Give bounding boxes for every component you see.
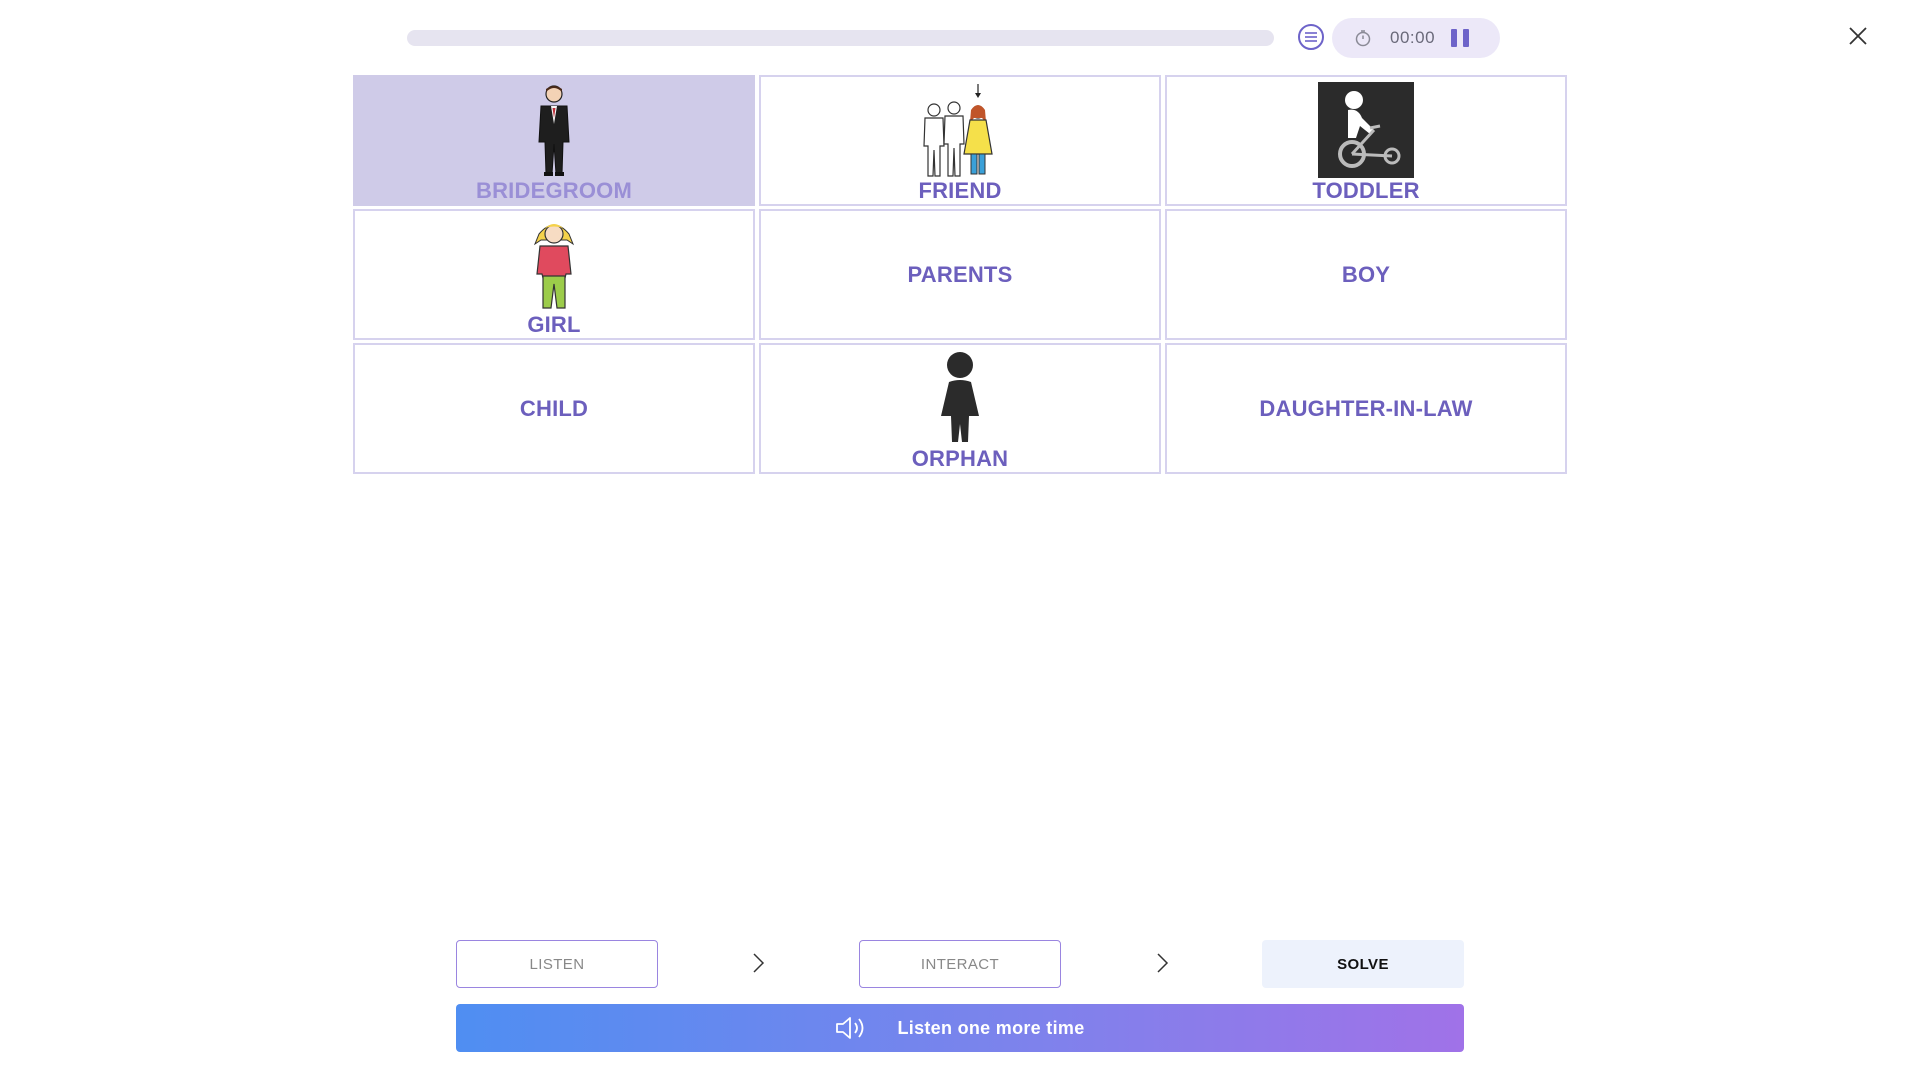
card-label: FRIEND xyxy=(918,177,1002,203)
card-friend[interactable]: FRIEND xyxy=(759,75,1161,206)
card-girl[interactable]: GIRL xyxy=(353,209,755,340)
word-grid: BRIDEGROOM FRIEND TODDLER GIRL PARENTS B… xyxy=(353,75,1568,474)
card-label: GIRL xyxy=(527,311,581,337)
toddler-icon xyxy=(1318,81,1414,178)
orphan-icon xyxy=(941,351,979,442)
progress-bar xyxy=(407,30,1274,46)
card-label: DAUGHTER-IN-LAW xyxy=(1259,395,1473,421)
card-label: CHILD xyxy=(519,395,589,421)
card-parents[interactable]: PARENTS xyxy=(759,209,1161,340)
listen-again-label: Listen one more time xyxy=(897,1017,1085,1038)
list-icon xyxy=(1305,32,1317,42)
chevron-right-icon xyxy=(1157,953,1169,973)
card-label: ORPHAN xyxy=(911,445,1009,471)
list-button[interactable] xyxy=(1298,24,1324,50)
close-icon xyxy=(1849,27,1867,45)
pause-bar xyxy=(1451,29,1458,47)
interact-step-button[interactable]: INTERACT xyxy=(859,940,1061,988)
listen-again-button[interactable]: Listen one more time xyxy=(456,1004,1464,1052)
timer: 00:00 xyxy=(1332,18,1500,58)
card-daughter-in-law[interactable]: DAUGHTER-IN-LAW xyxy=(1165,343,1567,474)
friend-icon xyxy=(923,83,993,177)
card-label: TODDLER xyxy=(1312,177,1420,203)
chevron-right-icon xyxy=(753,953,765,973)
card-label: BRIDEGROOM xyxy=(476,177,632,203)
pause-button[interactable] xyxy=(1451,29,1470,47)
exercise-screen: 00:00 BRIDEGROOM FRIEND TODDLER GIRL PAR… xyxy=(0,0,1920,1080)
listen-step-button[interactable]: LISTEN xyxy=(456,940,658,988)
card-boy[interactable]: BOY xyxy=(1165,209,1567,340)
stopwatch-icon xyxy=(1355,30,1371,47)
card-orphan[interactable]: ORPHAN xyxy=(759,343,1161,474)
card-child[interactable]: CHILD xyxy=(353,343,755,474)
card-label: PARENTS xyxy=(907,261,1013,287)
close-button[interactable] xyxy=(1846,24,1870,48)
card-bridegroom[interactable]: BRIDEGROOM xyxy=(353,75,755,206)
speaker-icon xyxy=(836,1017,864,1039)
timer-value: 00:00 xyxy=(1390,28,1436,47)
card-toddler[interactable]: TODDLER xyxy=(1165,75,1567,206)
girl-icon xyxy=(533,223,575,309)
pause-bar xyxy=(1463,29,1470,47)
card-label: BOY xyxy=(1341,261,1391,287)
solve-step-button[interactable]: SOLVE xyxy=(1262,940,1464,988)
bridegroom-icon xyxy=(538,84,570,176)
